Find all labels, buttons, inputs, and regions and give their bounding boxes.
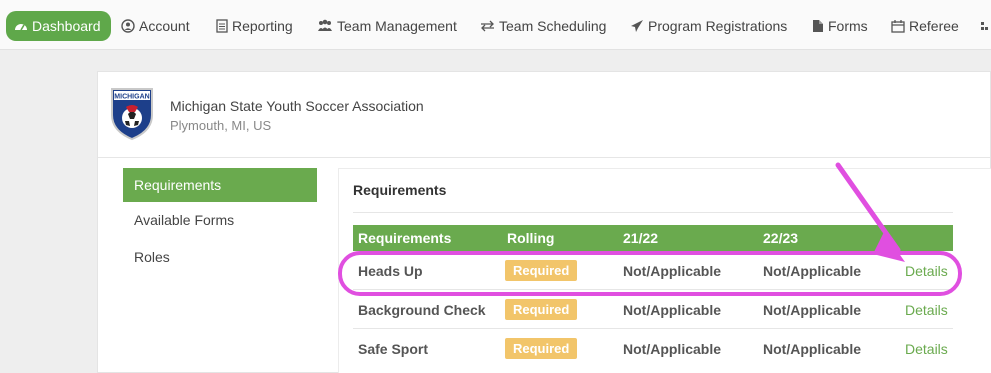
nav-team-management[interactable]: Team Management — [317, 12, 457, 39]
table-row: Safe Sport Required Not/Applicable Not/A… — [353, 329, 953, 368]
organization-location: Plymouth, MI, US — [170, 118, 272, 133]
document-icon — [216, 18, 228, 33]
nav-program-registrations[interactable]: Program Registrations — [630, 12, 787, 39]
paper-plane-icon — [630, 19, 644, 33]
nav-label: Referee — [909, 17, 959, 34]
requirement-name: Background Check — [358, 301, 486, 318]
column-header-rolling: Rolling — [507, 230, 555, 246]
sidebar-item-label: Requirements — [134, 177, 222, 193]
file-icon — [812, 19, 824, 33]
divider — [353, 212, 953, 213]
required-badge: Required — [505, 299, 578, 320]
season-status: Not/Applicable — [623, 301, 722, 318]
nav-referee[interactable]: Referee — [891, 12, 959, 39]
nav-forms[interactable]: Forms — [812, 12, 868, 39]
nav-dashboard[interactable]: Dashboard — [6, 11, 111, 41]
nav-label: Dashboard — [32, 18, 101, 34]
users-icon — [317, 19, 333, 32]
column-header-2223: 22/23 — [763, 230, 799, 246]
organization-card: MICHIGAN Michigan State Youth Soccer Ass… — [97, 71, 991, 373]
details-link[interactable]: Details — [905, 251, 948, 290]
requirement-name: Heads Up — [358, 262, 423, 279]
column-header-2122: 21/22 — [623, 230, 659, 246]
organization-logo: MICHIGAN — [108, 85, 156, 141]
sidebar-item-requirements[interactable]: Requirements — [123, 168, 317, 202]
season-status: Not/Applicable — [763, 301, 862, 318]
organization-name: Michigan State Youth Soccer Association — [170, 98, 424, 114]
sidebar-item-label: Available Forms — [134, 212, 235, 228]
nav-reporting[interactable]: Reporting — [216, 12, 293, 39]
details-link[interactable]: Details — [905, 329, 948, 368]
nav-label: Account — [139, 17, 190, 34]
sidebar-item-label: Roles — [134, 249, 170, 265]
season-status: Not/Applicable — [763, 262, 862, 279]
exchange-icon — [480, 20, 495, 32]
user-circle-icon — [121, 18, 135, 33]
nav-label: Team Management — [337, 17, 457, 34]
season-status: Not/Applicable — [623, 340, 722, 357]
column-header-requirements: Requirements — [358, 230, 452, 246]
svg-text:MICHIGAN: MICHIGAN — [114, 94, 149, 101]
nav-overflow-icon[interactable] — [980, 12, 991, 39]
organization-header: MICHIGAN Michigan State Youth Soccer Ass… — [98, 72, 990, 158]
table-row: Heads Up Required Not/Applicable Not/App… — [353, 251, 953, 290]
nav-label: Team Scheduling — [499, 17, 607, 34]
sidebar-item-roles[interactable]: Roles — [123, 240, 317, 274]
nav-label: Forms — [828, 17, 868, 34]
season-status: Not/Applicable — [623, 262, 722, 279]
sidebar-item-available-forms[interactable]: Available Forms — [123, 203, 317, 237]
nav-account[interactable]: Account — [121, 12, 190, 39]
top-navigation-bar: Dashboard Account Reporting Team Managem… — [0, 0, 991, 50]
dashboard-icon — [14, 20, 28, 32]
nav-team-scheduling[interactable]: Team Scheduling — [480, 12, 606, 39]
requirements-panel: Requirements Requirements Rolling 21/22 … — [338, 168, 991, 373]
table-row: Background Check Required Not/Applicable… — [353, 290, 953, 329]
table-header: Requirements Rolling 21/22 22/23 — [353, 225, 953, 251]
details-link[interactable]: Details — [905, 290, 948, 329]
calendar-icon — [891, 19, 905, 33]
requirement-name: Safe Sport — [358, 340, 429, 357]
panel-title: Requirements — [353, 182, 447, 198]
required-badge: Required — [505, 338, 578, 359]
nav-label: Reporting — [232, 17, 293, 34]
required-badge: Required — [505, 260, 578, 281]
season-status: Not/Applicable — [763, 340, 862, 357]
nav-label: Program Registrations — [648, 17, 788, 34]
